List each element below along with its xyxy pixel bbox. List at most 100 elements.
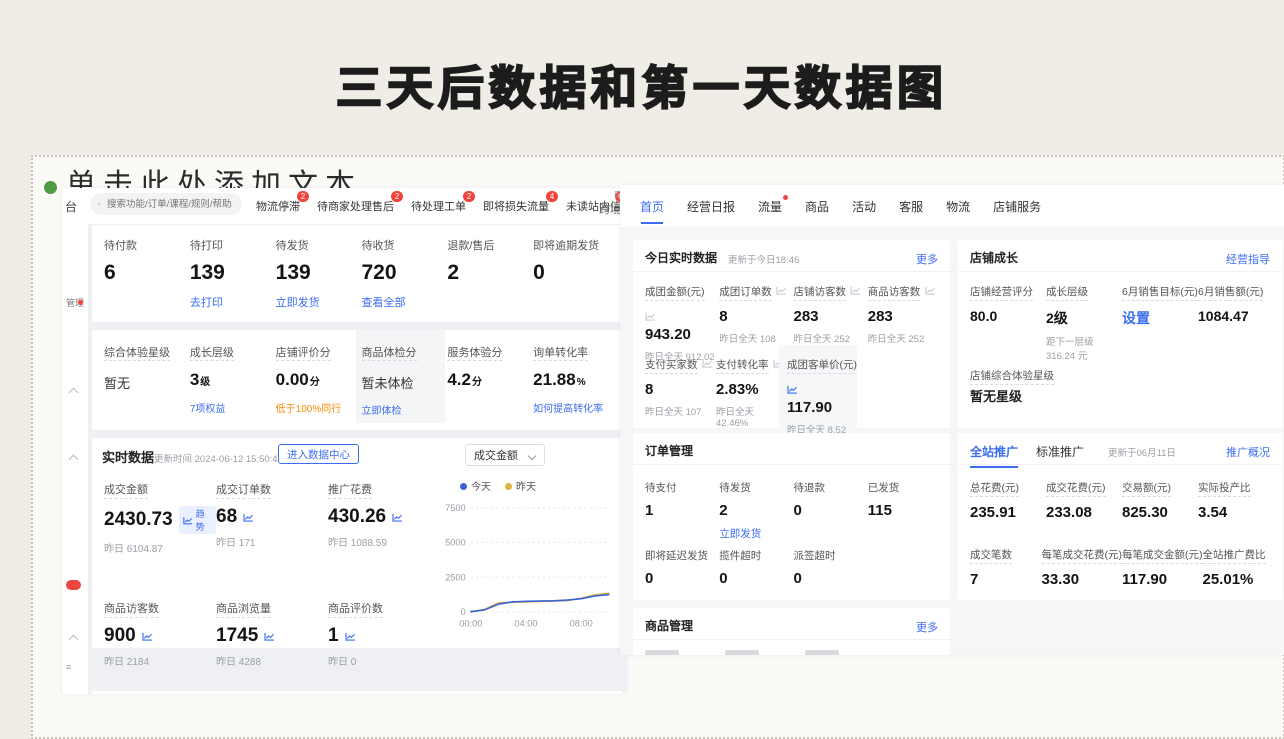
badge-count: 2 xyxy=(463,191,475,202)
nav-item-workorders[interactable]: 待处理工单 2 xyxy=(411,198,466,214)
stat-label: 店铺经营评分 xyxy=(970,284,1033,301)
stat-value: 3.54 xyxy=(1198,504,1274,521)
trend-icon[interactable] xyxy=(645,312,656,321)
more-link[interactable]: 更多 xyxy=(916,251,938,267)
checkup-now-link[interactable]: 立即体检 xyxy=(362,402,402,417)
card-title: 订单管理 xyxy=(645,442,693,459)
stat-label: 待付款 xyxy=(104,237,190,253)
stat-label: 每笔成交金额(元) xyxy=(1122,547,1203,564)
goods-management-card: 商品管理 更多 xyxy=(633,608,950,655)
improve-conversion-link[interactable]: 如何提高转化率 xyxy=(533,400,603,415)
stat-group-amount: 成团金额(元) 943.20 昨日全天 912.02 xyxy=(645,282,719,363)
trend-icon[interactable] xyxy=(345,632,356,641)
stat-label: 成长层级 xyxy=(190,347,234,361)
stat-total-spend: 总花费(元) 235.91 xyxy=(970,478,1046,521)
stat-product-visitors: 商品访客数 900 昨日 2184 xyxy=(104,599,216,668)
stat-yesterday: 昨日全天 108 xyxy=(719,331,793,345)
stat-pending-refund: 待退款 0 xyxy=(794,478,868,542)
stat-value: 3级 xyxy=(190,370,276,390)
trend-icon[interactable] xyxy=(392,513,403,522)
metric-select[interactable]: 成交金额 xyxy=(465,444,545,466)
trend-icon[interactable] xyxy=(702,359,713,368)
chevron-up-icon[interactable] xyxy=(69,388,79,398)
search-input-wrap[interactable] xyxy=(90,193,242,215)
trend-icon[interactable] xyxy=(142,632,153,641)
stat-yesterday: 昨日 6104.87 xyxy=(104,540,216,555)
stat-value: 235.91 xyxy=(970,504,1046,521)
stat-label: 成交笔数 xyxy=(970,547,1012,564)
ship-now-link[interactable]: 立即发货 xyxy=(719,526,761,541)
stat-value: 2 xyxy=(719,502,793,519)
stat-value: 68 xyxy=(216,506,237,528)
tab-logistics[interactable]: 物流 xyxy=(946,198,970,215)
nav-item-aftersales[interactable]: 待商家处理售后 2 xyxy=(317,198,394,214)
stat-value: 7 xyxy=(970,571,1042,588)
stat-delayed-shipping: 即将延迟发货 0 xyxy=(645,546,719,587)
stat-value: 0 xyxy=(719,570,793,587)
stat-value: 283 xyxy=(794,308,868,325)
stat-pending-ship: 待发货 2 立即发货 xyxy=(719,478,793,542)
nav-item-traffic-loss[interactable]: 即将损失流量 4 xyxy=(483,198,549,214)
search-input[interactable] xyxy=(105,198,234,211)
rights-link[interactable]: 7项权益 xyxy=(190,400,226,415)
stat-label: 综合体验星级 xyxy=(104,347,170,361)
stat-label: 待收货 xyxy=(362,237,448,253)
tab-daily-report[interactable]: 经营日报 xyxy=(687,198,735,215)
stat-pending-pay: 待支付 1 xyxy=(645,478,719,542)
tab-activities[interactable]: 活动 xyxy=(852,198,876,215)
tab-sitewide-promo[interactable]: 全站推广 xyxy=(970,443,1018,460)
search-icon xyxy=(98,200,101,209)
tab-standard-promo[interactable]: 标准推广 xyxy=(1036,443,1084,460)
below-peers-link[interactable]: 低于100%同行 xyxy=(276,400,342,415)
tab-service[interactable]: 客服 xyxy=(899,198,923,215)
guidance-link[interactable]: 经营指导 xyxy=(1226,251,1270,267)
stat-deal-count: 成交笔数 7 xyxy=(970,545,1042,588)
stat-value: 6 xyxy=(104,261,190,285)
promotion-card: 全站推广 标准推广 更新于06月11日 推广概况 总花费(元) 235.91 成… xyxy=(958,433,1282,600)
chevron-up-icon[interactable] xyxy=(69,635,79,645)
chevron-up-icon[interactable] xyxy=(69,455,79,465)
data-center-button[interactable]: 进入数据中心 xyxy=(278,444,359,464)
stat-delivery-timeout: 派签超时 0 xyxy=(794,546,868,587)
tab-traffic[interactable]: 流量 xyxy=(758,198,782,215)
bullet-marker xyxy=(44,181,57,194)
set-target-link[interactable]: 设置 xyxy=(1122,308,1198,328)
stat-avg-order-value: 成团客单价(元) 117.90 昨日全天 8.52 xyxy=(779,345,857,446)
legend-dot xyxy=(460,483,467,490)
stat-value: 80.0 xyxy=(970,308,1046,324)
view-all-link[interactable]: 查看全部 xyxy=(362,294,406,310)
trend-icon[interactable] xyxy=(264,632,275,641)
trend-icon[interactable] xyxy=(243,513,254,522)
stat-value: 117.90 xyxy=(787,399,857,416)
trend-icon[interactable] xyxy=(925,286,936,295)
stat-value: 943.20 xyxy=(645,326,719,343)
sidebar-icon[interactable]: ≡ xyxy=(66,662,71,672)
ship-now-link[interactable]: 立即发货 xyxy=(276,294,320,310)
go-print-link[interactable]: 去打印 xyxy=(190,294,223,310)
stat-label: 6月销售目标(元) xyxy=(1122,284,1198,301)
shop-growth-card: 店铺成长 经营指导 店铺经营评分 80.0 成长层级 2级 距下一层级 316.… xyxy=(958,240,1282,428)
updated-timestamp: 更新于06月11日 xyxy=(1108,445,1176,459)
today-realtime-card: 今日实时数据 更新于今日18:46 更多 成团金额(元) 943.20 昨日全天… xyxy=(633,240,950,428)
stat-label: 每笔成交花费(元) xyxy=(1042,547,1123,564)
promo-overview-link[interactable]: 推广概况 xyxy=(1226,444,1270,460)
stat-order-count: 成交订单数 68 昨日 171 xyxy=(216,480,328,555)
left-sidebar-collapsed: 管理 ≡ xyxy=(62,224,88,694)
stat-value: 720 xyxy=(362,261,448,285)
nav-item-logistics-stalled[interactable]: 物流停滞 2 xyxy=(256,198,300,214)
tab-products[interactable]: 商品 xyxy=(805,198,829,215)
trend-icon[interactable] xyxy=(776,286,787,295)
tab-home[interactable]: 首页 xyxy=(640,198,664,215)
stat-label: 全站推广费比 xyxy=(1203,547,1266,564)
tab-shop-services[interactable]: 店铺服务 xyxy=(993,198,1041,215)
stat-label: 询单转化率 xyxy=(533,347,588,361)
stat-label: 成团客单价(元) xyxy=(787,357,857,374)
stat-label: 商品评价数 xyxy=(328,600,383,618)
stat-shop-score: 店铺经营评分 80.0 xyxy=(970,282,1046,362)
trend-badge[interactable]: 趋势 xyxy=(179,506,216,534)
trend-icon[interactable] xyxy=(850,286,861,295)
more-link[interactable]: 更多 xyxy=(916,619,938,635)
stat-yesterday: 昨日全天 252 xyxy=(794,331,868,345)
trend-icon[interactable] xyxy=(787,385,798,394)
crossborder-label[interactable]: 跨境 xyxy=(599,201,621,217)
